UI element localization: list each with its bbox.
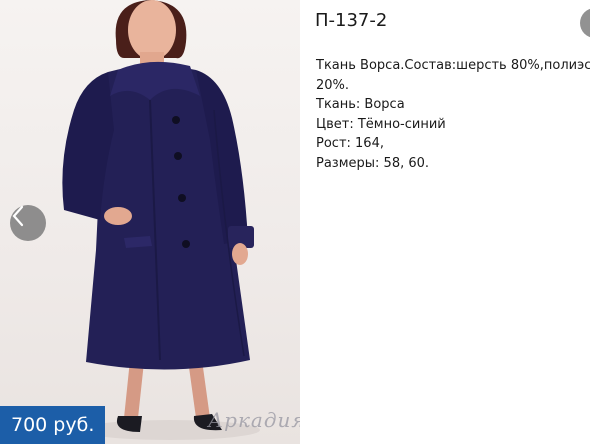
chevron-left-icon <box>12 205 24 227</box>
description-composition: Ткань Ворса.Состав:шерсть 80%,полиэстр <box>316 58 590 73</box>
price-badge: 700 руб. <box>0 406 106 444</box>
product-title: П-137-2 <box>315 10 388 31</box>
gallery-next-button[interactable] <box>580 8 590 38</box>
watermark-logo: Аркадия <box>208 408 300 432</box>
description-color: Цвет: Тёмно-синий <box>316 116 446 132</box>
product-description: Ткань Ворса.Состав:шерсть 80%,полиэстр 2… <box>316 56 590 173</box>
description-composition-cont: 20%. <box>316 77 350 93</box>
product-photo: Аркадия 700 руб. <box>0 0 300 444</box>
description-sizes: Размеры: 58, 60. <box>316 155 430 171</box>
chevron-right-icon <box>580 8 590 38</box>
description-height: Рост: 164, <box>316 136 384 151</box>
description-fabric: Ткань: Ворса <box>316 97 405 112</box>
gallery-prev-button[interactable] <box>10 205 46 241</box>
